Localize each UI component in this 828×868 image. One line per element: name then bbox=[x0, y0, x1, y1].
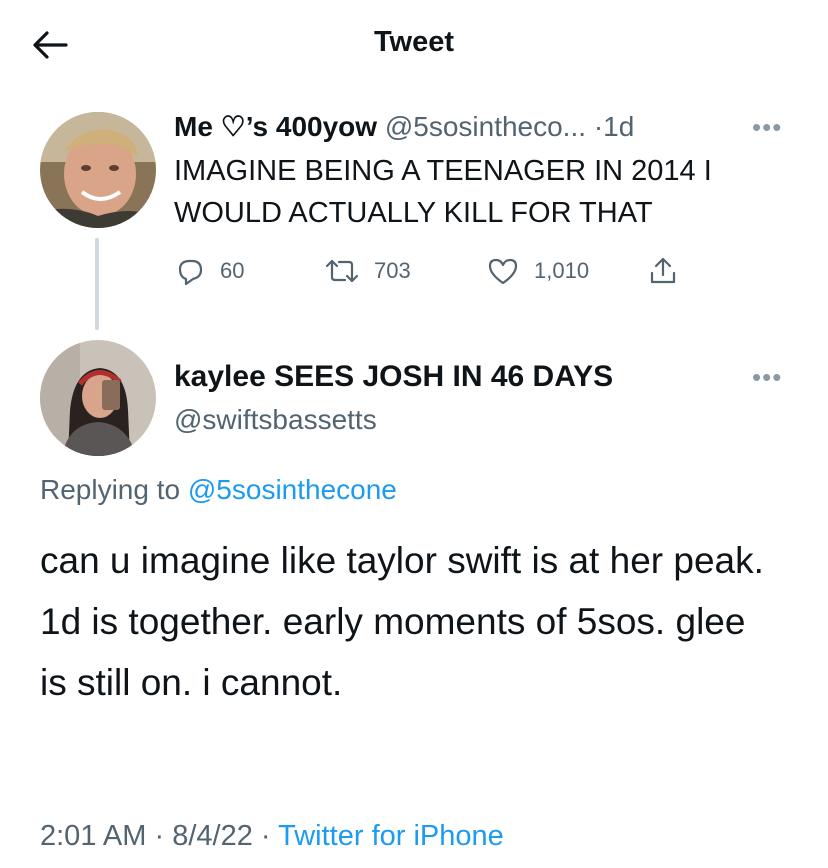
retweet-count: 703 bbox=[374, 258, 411, 283]
share-icon bbox=[650, 257, 676, 284]
avatar[interactable] bbox=[40, 112, 156, 228]
reply-action[interactable]: 60 bbox=[174, 254, 244, 288]
more-dots-icon[interactable]: ••• bbox=[752, 112, 782, 143]
avatar-photo bbox=[40, 112, 156, 228]
reply-tweet-text: can u imagine like taylor swift is at he… bbox=[40, 540, 764, 703]
separator-dot: · bbox=[260, 820, 271, 852]
avatar[interactable] bbox=[40, 340, 156, 456]
original-age[interactable]: 1d bbox=[603, 111, 634, 142]
more-dots-icon[interactable]: ••• bbox=[752, 362, 782, 393]
original-tweet-header: Me ♡’s 400yow @5sosintheco... ·1d bbox=[174, 110, 634, 143]
separator-dot: · bbox=[593, 111, 604, 142]
retweet-icon bbox=[325, 259, 359, 283]
reply-handle[interactable]: @swiftsbassetts bbox=[174, 404, 377, 436]
avatar-photo bbox=[40, 340, 156, 456]
replying-to: Replying to @5sosinthecone bbox=[40, 474, 397, 506]
reply-icon bbox=[178, 259, 203, 286]
heart-icon bbox=[488, 258, 518, 285]
original-handle[interactable]: @5sosintheco... bbox=[385, 111, 586, 142]
retweet-action[interactable]: 703 bbox=[324, 254, 411, 288]
top-bar: Tweet bbox=[0, 0, 828, 90]
like-action[interactable]: 1,010 bbox=[486, 254, 589, 288]
replying-label: Replying to bbox=[40, 474, 181, 505]
share-action[interactable] bbox=[648, 254, 678, 288]
original-display-name[interactable]: Me ♡’s 400yow bbox=[174, 111, 377, 142]
separator-dot: · bbox=[154, 820, 165, 852]
original-tweet-text: IMAGINE BEING A TEENAGER IN 2014 I WOULD… bbox=[174, 155, 712, 229]
tweet-timestamp: 2:01 AM · 8/4/22 · Twitter for iPhone bbox=[40, 820, 504, 853]
replying-to-mention[interactable]: @5sosinthecone bbox=[188, 474, 397, 505]
page-title: Tweet bbox=[373, 26, 455, 58]
reply-count: 60 bbox=[220, 258, 245, 283]
like-count: 1,010 bbox=[534, 258, 590, 283]
thread-line bbox=[95, 238, 99, 330]
tweet-date[interactable]: 8/4/22 bbox=[172, 820, 253, 852]
tweet-source-link[interactable]: Twitter for iPhone bbox=[278, 820, 504, 852]
reply-display-name[interactable]: kaylee SEES JOSH IN 46 DAYS bbox=[174, 360, 613, 394]
tweet-time[interactable]: 2:01 AM bbox=[40, 820, 146, 852]
